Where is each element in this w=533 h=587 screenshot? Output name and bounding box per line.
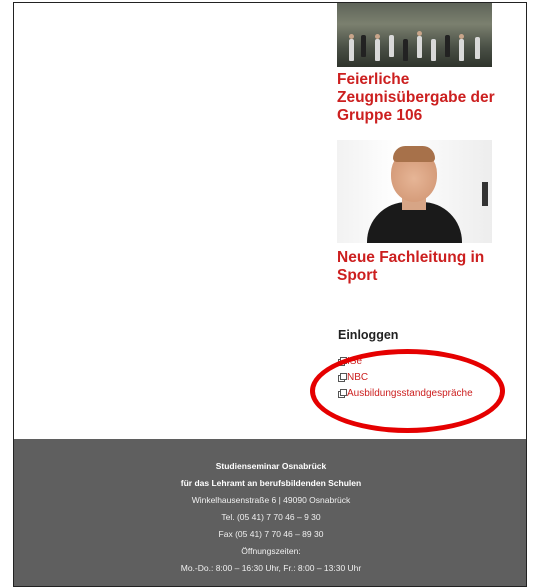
- footer-hours: Mo.-Do.: 8:00 – 16:30 Uhr, Fr.: 8:00 – 1…: [180, 563, 362, 573]
- photo-figure: [361, 35, 366, 57]
- news-title-fachleitung-sport[interactable]: Neue Fachleitung in Sport: [337, 249, 502, 285]
- photo-figure: [459, 39, 464, 61]
- photo-figure: [375, 39, 380, 61]
- photo-background-object: [482, 182, 488, 206]
- portrait-photo[interactable]: [337, 140, 492, 243]
- group-photo[interactable]: [337, 3, 492, 67]
- news-title-zeugnisuebergabe[interactable]: Feierliche Zeugnisübergabe der Gruppe 10…: [337, 71, 502, 125]
- login-heading: Einloggen: [338, 328, 399, 342]
- footer-institution-subtitle: für das Lehramt an berufsbildenden Schul…: [180, 478, 362, 488]
- footer-fax: Fax (05 41) 7 70 46 – 89 30: [218, 529, 324, 539]
- photo-figure-head: [459, 34, 464, 39]
- site-footer: Studienseminar Osnabrück für das Lehramt…: [14, 439, 526, 586]
- footer-institution-name: Studienseminar Osnabrück: [215, 461, 327, 471]
- photo-figure: [389, 35, 394, 57]
- photo-figure-head: [375, 34, 380, 39]
- photo-figure: [475, 37, 480, 59]
- footer-phone: Tel. (05 41) 7 70 46 – 9 30: [221, 512, 321, 522]
- footer-address: Winkelhausenstraße 6 | 49090 Osnabrück: [191, 495, 351, 505]
- photo-figure: [431, 39, 436, 61]
- photo-figure-head: [417, 31, 422, 36]
- photo-figure: [445, 35, 450, 57]
- photo-figure-head: [349, 34, 354, 39]
- footer-hours-label: Öffnungszeiten:: [241, 546, 301, 556]
- highlight-annotation: [310, 349, 505, 433]
- page-frame: Feierliche Zeugnisübergabe der Gruppe 10…: [13, 2, 527, 587]
- photo-figure: [349, 39, 354, 61]
- photo-figure: [403, 39, 408, 61]
- photo-figure: [417, 36, 422, 58]
- photo-hair: [393, 146, 435, 162]
